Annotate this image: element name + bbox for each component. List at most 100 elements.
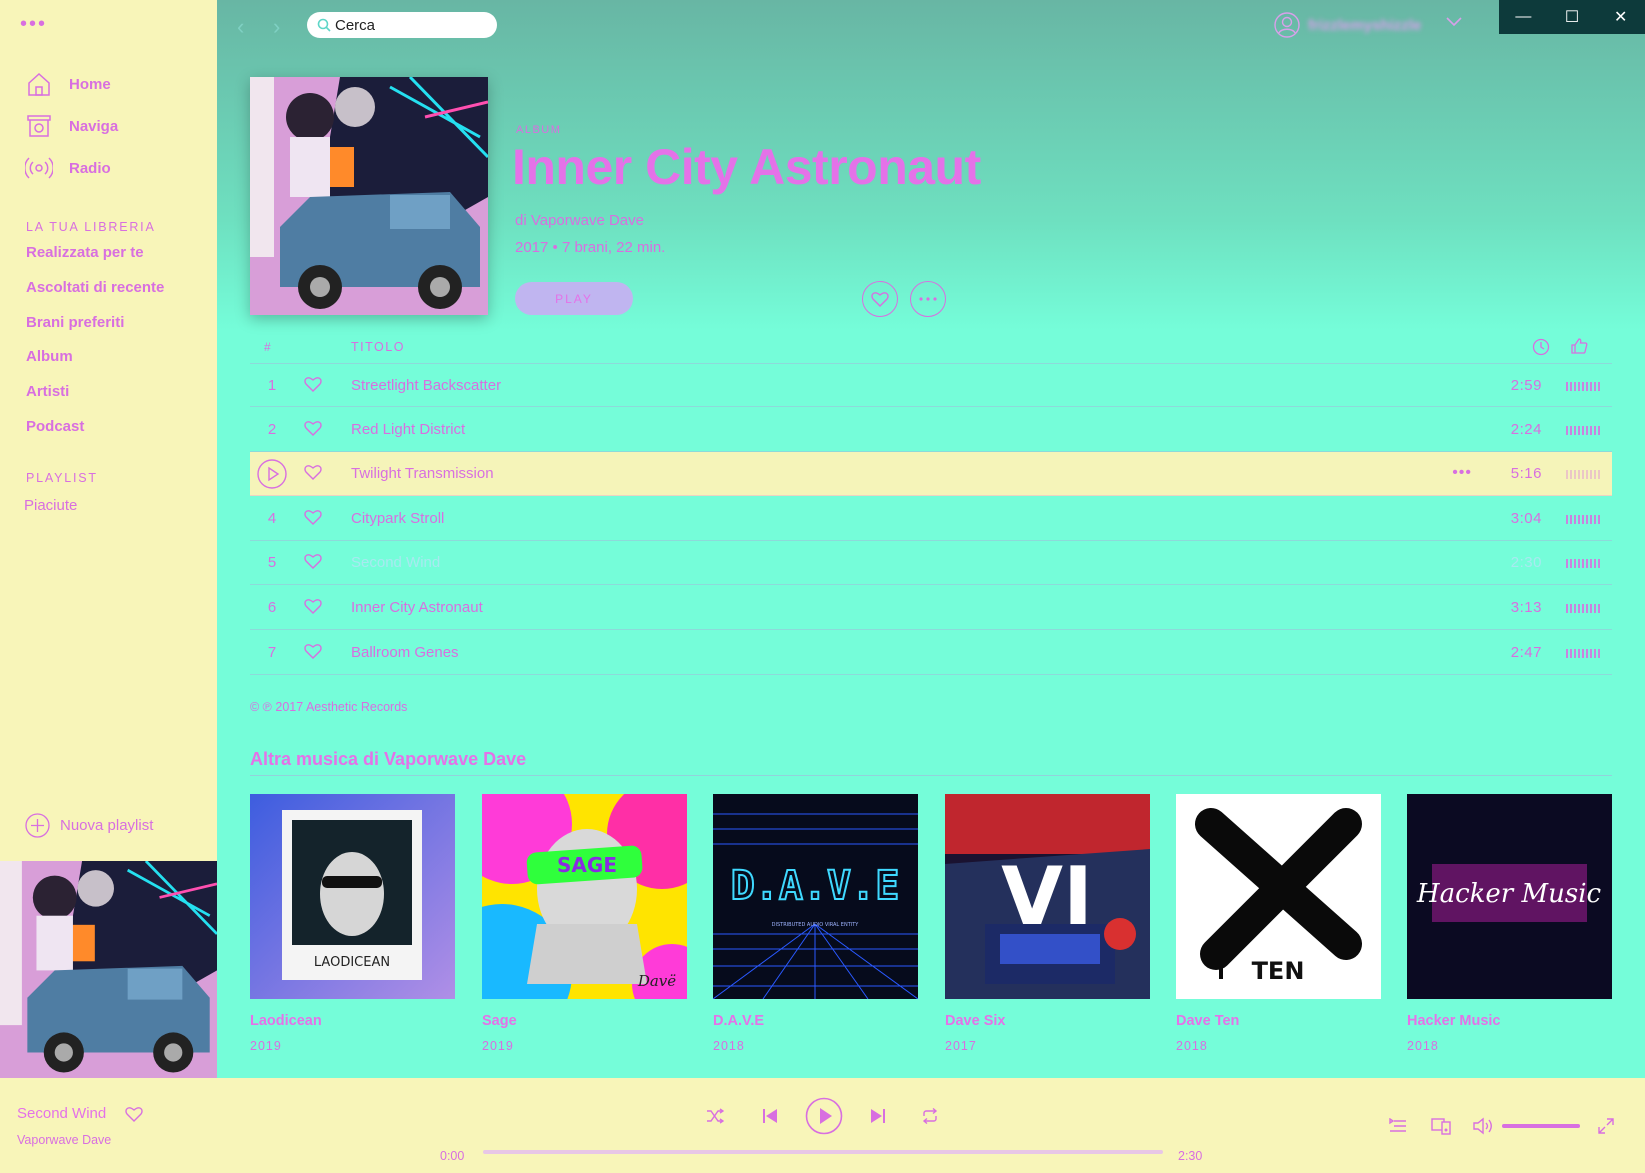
track-row-hovered[interactable]: Twilight Transmission ••• 5:16 <box>250 452 1612 496</box>
heart-icon[interactable] <box>125 1106 143 1122</box>
library-item-artists[interactable]: Artisti <box>26 383 69 400</box>
minimize-button[interactable]: — <box>1499 0 1548 34</box>
user-menu[interactable]: frizzlemyshizzle <box>1274 12 1421 38</box>
album-artist-link[interactable]: Vaporwave Dave <box>531 212 644 229</box>
album-card-name: Dave Six <box>945 1013 1006 1029</box>
album-card-year: 2019 <box>250 1039 282 1053</box>
album-card-art: TEN <box>1176 794 1381 999</box>
svg-text:LAODICEAN: LAODICEAN <box>314 955 390 970</box>
album-card-art: LAODICEAN <box>250 794 455 999</box>
sidebar: ••• Home Naviga Radio LA TUA LIBRERIA Re… <box>0 0 217 1078</box>
browse-icon <box>27 115 51 137</box>
new-playlist-label: Nuova playlist <box>60 817 154 834</box>
menu-dots-icon[interactable]: ••• <box>20 14 47 34</box>
heart-icon[interactable] <box>304 598 322 614</box>
track-row[interactable]: 6 Inner City Astronaut 3:13 <box>250 586 1612 630</box>
play-circle-icon[interactable] <box>257 459 287 489</box>
track-row[interactable]: 1 Streetlight Backscatter 2:59 <box>250 363 1612 407</box>
album-card-hacker-music[interactable]: Hacker Music Hacker Music 2018 <box>1407 794 1612 1053</box>
nav-home[interactable]: Home <box>25 69 111 99</box>
track-title[interactable]: Citypark Stroll <box>351 510 444 527</box>
album-card-dave[interactable]: D.A.V.E DISTRIBUTED AUDIO VIRAL ENTITY D… <box>713 794 918 1053</box>
next-track-icon[interactable] <box>870 1108 886 1124</box>
column-header-title[interactable]: TITOLO <box>351 340 405 354</box>
library-item-recently-played[interactable]: Ascoltati di recente <box>26 279 164 296</box>
album-card-sage[interactable]: SAGE Davë Sage 2019 <box>482 794 687 1053</box>
heart-icon[interactable] <box>304 643 322 659</box>
album-card-art: D.A.V.E DISTRIBUTED AUDIO VIRAL ENTITY <box>713 794 918 999</box>
more-by-artist-title[interactable]: Altra musica di Vaporwave Dave <box>250 749 526 770</box>
queue-icon[interactable] <box>1389 1118 1407 1134</box>
album-type-label: ALBUM <box>516 124 562 136</box>
clock-icon[interactable] <box>1532 338 1550 356</box>
nav-radio-label: Radio <box>69 159 111 177</box>
search-box[interactable] <box>307 12 497 38</box>
track-title[interactable]: Inner City Astronaut <box>351 599 483 616</box>
previous-track-icon[interactable] <box>762 1108 778 1124</box>
track-more-button[interactable]: ••• <box>1452 464 1472 482</box>
fullscreen-icon[interactable] <box>1598 1118 1614 1134</box>
album-card-art: Hacker Music <box>1407 794 1612 999</box>
forward-button[interactable]: › <box>273 14 280 40</box>
library-item-made-for-you[interactable]: Realizzata per te <box>26 244 144 261</box>
heart-icon[interactable] <box>304 420 322 436</box>
track-title[interactable]: Ballroom Genes <box>351 644 459 661</box>
album-card-laodicean[interactable]: LAODICEAN Laodicean 2019 <box>250 794 455 1053</box>
album-cover-art <box>250 77 488 315</box>
svg-text:Hacker Music: Hacker Music <box>1416 879 1602 909</box>
devices-icon[interactable] <box>1431 1117 1451 1135</box>
album-card-dave-six[interactable]: VI Dave Six 2017 <box>945 794 1150 1053</box>
album-card-art: SAGE Davë <box>482 794 687 999</box>
play-pause-button[interactable] <box>805 1097 843 1135</box>
nav-browse[interactable]: Naviga <box>25 111 118 141</box>
now-playing-title[interactable]: Second Wind <box>17 1105 106 1122</box>
now-playing-artist[interactable]: Vaporwave Dave <box>17 1133 111 1147</box>
track-row[interactable]: 2 Red Light District 2:24 <box>250 408 1612 452</box>
chevron-down-icon[interactable] <box>1445 16 1463 28</box>
shuffle-icon[interactable] <box>706 1108 724 1124</box>
album-card-art: VI <box>945 794 1150 999</box>
track-number: 7 <box>267 644 277 661</box>
library-item-podcasts[interactable]: Podcast <box>26 418 84 435</box>
track-row-now-playing[interactable]: 5 Second Wind 2:30 <box>250 541 1612 585</box>
volume-slider[interactable] <box>1502 1124 1580 1128</box>
thumbs-up-icon[interactable] <box>1570 337 1588 355</box>
like-album-button[interactable] <box>862 281 898 317</box>
heart-icon[interactable] <box>304 553 322 569</box>
nav-browse-label: Naviga <box>69 117 119 135</box>
volume-icon[interactable] <box>1473 1117 1493 1135</box>
now-playing-cover-art[interactable] <box>0 861 217 1078</box>
heart-icon[interactable] <box>304 376 322 392</box>
repeat-icon[interactable] <box>921 1108 939 1124</box>
svg-text:VI: VI <box>1001 850 1093 943</box>
nav-home-label: Home <box>69 75 111 93</box>
svg-text:TEN: TEN <box>1252 957 1305 985</box>
back-button[interactable]: ‹ <box>237 14 244 40</box>
new-playlist-button[interactable]: Nuova playlist <box>25 813 153 838</box>
heart-icon[interactable] <box>304 464 322 480</box>
track-duration: 2:30 <box>1510 554 1542 571</box>
track-title[interactable]: Twilight Transmission <box>351 465 494 482</box>
progress-bar[interactable] <box>483 1150 1163 1154</box>
window-controls: — ☐ ✕ <box>1499 0 1645 34</box>
library-item-liked-songs[interactable]: Brani preferiti <box>26 314 124 331</box>
track-title[interactable]: Second Wind <box>351 554 440 571</box>
track-row[interactable]: 7 Ballroom Genes 2:47 <box>250 631 1612 675</box>
close-button[interactable]: ✕ <box>1596 0 1645 34</box>
popularity-bar <box>1566 426 1600 435</box>
play-album-button[interactable]: PLAY <box>515 282 633 315</box>
track-row[interactable]: 4 Citypark Stroll 3:04 <box>250 497 1612 541</box>
heart-icon[interactable] <box>304 509 322 525</box>
album-card-dave-ten[interactable]: TEN Dave Ten 2018 <box>1176 794 1381 1053</box>
album-card-year: 2018 <box>1407 1039 1439 1053</box>
search-input[interactable] <box>335 16 485 34</box>
track-title[interactable]: Red Light District <box>351 421 465 438</box>
playlist-item-liked[interactable]: Piaciute <box>24 497 77 514</box>
svg-text:D.A.V.E: D.A.V.E <box>731 863 900 909</box>
album-more-button[interactable] <box>910 281 946 317</box>
library-item-albums[interactable]: Album <box>26 348 73 365</box>
maximize-button[interactable]: ☐ <box>1548 0 1597 34</box>
track-title[interactable]: Streetlight Backscatter <box>351 377 501 394</box>
album-artist-line: di Vaporwave Dave <box>515 212 644 229</box>
nav-radio[interactable]: Radio <box>25 153 111 183</box>
